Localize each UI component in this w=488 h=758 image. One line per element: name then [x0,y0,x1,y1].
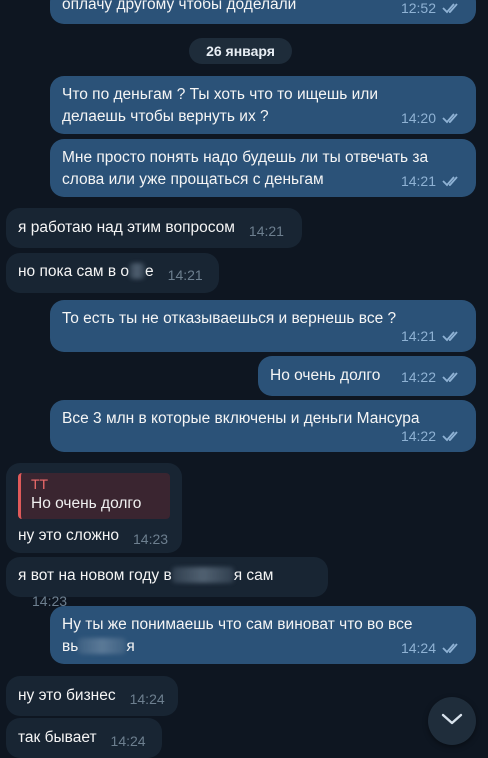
date-separator: 26 января [189,38,292,64]
double-check-icon [442,430,462,442]
message-meta: 14:21 [401,325,462,347]
double-check-icon [442,112,462,124]
message-meta: 14:22 [401,366,462,388]
message-time: 14:24 [129,691,165,707]
message-text: я работаю над этим вопросом [18,219,235,236]
message-time: 14:21 [167,267,203,283]
message-text-line2-end: я [126,638,135,655]
double-check-icon [442,330,462,342]
redacted-text [171,567,234,583]
message-time: 14:20 [400,110,436,126]
message-meta: 14:20 [401,107,462,129]
chat-area[interactable]: оплачу другому чтобы доделали 12:52 26 я… [0,0,488,758]
message-outgoing[interactable]: То есть ты не отказываешься и вернешь вс… [50,300,476,352]
message-incoming[interactable]: я вот на новом году вя сам14:23 [6,557,328,609]
message-incoming[interactable]: ну это бизнес 14:24 [6,676,178,716]
redacted-text [78,638,127,654]
message-text: Ну ты же понимаешь что сам виноват что в… [62,616,413,633]
message-time: 14:21 [248,223,284,239]
message-outgoing[interactable]: Что по деньгам ? Ты хоть что то ищешь ил… [50,76,476,134]
message-outgoing[interactable]: Все 3 млн в которые включены и деньги Ма… [50,400,476,452]
redacted-text [129,263,146,279]
message-time: 14:23 [133,531,169,547]
message-incoming[interactable]: я работаю над этим вопросом 14:21 [6,208,302,248]
message-time: 14:22 [400,369,436,385]
reply-author: ТТ [31,476,49,492]
message-time: 12:52 [400,0,436,16]
message-meta: 12:52 [401,0,462,19]
message-time: 14:21 [400,328,436,344]
double-check-icon [442,2,462,14]
message-text-line2: вь [62,638,79,655]
message-time: 14:22 [400,428,436,444]
message-meta: 14:22 [401,425,462,447]
message-time: 14:24 [400,640,436,656]
message-incoming[interactable]: ТТ Но очень долго ну это сложно 14:23 [6,463,182,553]
reply-text: Но очень долго [31,495,142,512]
message-text-end: я сам [233,567,274,584]
message-outgoing[interactable]: оплачу другому чтобы доделали 12:52 [50,0,476,24]
message-incoming[interactable]: но пока сам в о е 14:21 [6,253,219,293]
message-outgoing[interactable]: Мне просто понять надо будешь ли ты отве… [50,139,476,197]
message-text: Но очень долго [270,367,381,384]
message-incoming[interactable]: так бывает 14:24 [6,718,162,758]
message-text: ну это бизнес [18,687,116,704]
message-text-end: е [145,263,154,280]
message-text: но пока сам в о [18,263,130,280]
message-outgoing[interactable]: Ну ты же понимаешь что сам виноват что в… [50,606,476,664]
message-outgoing[interactable]: Но очень долго 14:22 [258,356,476,396]
message-meta: 14:21 [401,170,462,192]
double-check-icon [442,175,462,187]
reply-quote[interactable]: ТТ Но очень долго [18,473,170,519]
message-time: 14:21 [400,173,436,189]
double-check-icon [442,642,462,654]
double-check-icon [442,371,462,383]
message-time: 14:24 [110,733,146,749]
message-meta: 14:24 [401,637,462,659]
message-text: я вот на новом году в [18,567,172,584]
scroll-to-bottom-button[interactable] [428,697,476,745]
message-text: ну это сложно [18,527,119,544]
message-text: так бывает [18,729,97,746]
chevron-down-icon [441,712,463,731]
